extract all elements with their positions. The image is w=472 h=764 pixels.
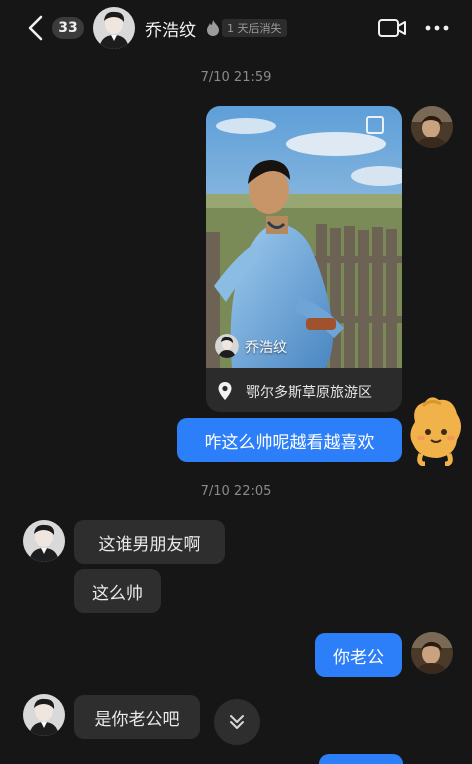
more-options-icon[interactable] xyxy=(424,18,450,38)
incoming-message-bubble[interactable]: 这么帅 xyxy=(74,569,161,613)
my-avatar[interactable] xyxy=(411,632,453,674)
outgoing-message-bubble[interactable]: 你老公 xyxy=(315,633,402,677)
contact-avatar-in-chat[interactable] xyxy=(23,694,65,736)
post-author-avatar xyxy=(215,334,239,358)
location-pin-icon xyxy=(218,382,232,400)
post-author-name: 乔浩纹 xyxy=(245,340,287,356)
post-location-label[interactable]: 鄂尔多斯草原旅游区 xyxy=(246,382,372,402)
video-call-icon[interactable] xyxy=(377,17,407,39)
outgoing-message-bubble[interactable]: 咋这么帅呢越看越喜欢 xyxy=(177,418,402,462)
my-sticker-avatar[interactable] xyxy=(401,392,469,466)
unread-count-badge[interactable]: 33 xyxy=(52,17,84,39)
contact-avatar-in-chat[interactable] xyxy=(23,520,65,562)
scroll-to-bottom-button[interactable] xyxy=(214,699,260,745)
select-checkbox-icon[interactable] xyxy=(366,116,384,134)
message-timestamp: 7/10 21:59 xyxy=(200,70,272,85)
my-avatar[interactable] xyxy=(411,106,453,148)
shared-post-card[interactable] xyxy=(206,106,402,412)
shared-post-photo[interactable] xyxy=(206,106,402,368)
contact-avatar[interactable] xyxy=(93,7,135,49)
message-timestamp: 7/10 22:05 xyxy=(200,484,272,499)
vanish-timer-label: 1 天后消失 xyxy=(222,19,287,37)
contact-name[interactable]: 乔浩纹 xyxy=(145,16,196,41)
partially-visible-outgoing-bubble xyxy=(319,754,403,764)
chat-header: 33 乔浩纹 1 天后消失 xyxy=(0,0,472,56)
flame-icon xyxy=(207,20,219,36)
double-chevron-down-icon xyxy=(230,715,244,729)
incoming-message-bubble[interactable]: 这谁男朋友啊 xyxy=(74,520,225,564)
back-chevron-icon[interactable] xyxy=(24,14,48,42)
incoming-message-bubble[interactable]: 是你老公吧 xyxy=(74,695,200,739)
